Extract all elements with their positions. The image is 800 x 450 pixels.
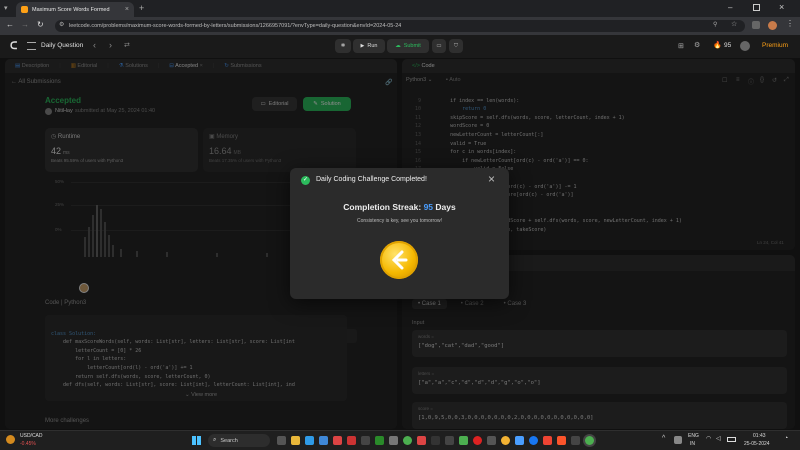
note-icon: ▭ <box>436 43 442 49</box>
streak-fire-icon[interactable]: 🔥 <box>713 41 722 49</box>
browser-tab-title: Maximum Score Words Formed <box>32 6 110 13</box>
maximize-window-icon[interactable] <box>753 4 760 11</box>
bookmark-star-icon[interactable]: ☆ <box>731 20 737 28</box>
cloud-upload-icon: ☁ <box>395 43 401 49</box>
store-icon[interactable] <box>319 436 328 445</box>
profile-avatar[interactable] <box>768 21 777 30</box>
windows-start-icon[interactable] <box>192 436 201 445</box>
tray-chevron-icon[interactable]: ^ <box>662 435 665 442</box>
leetcode-coin-logo <box>391 250 408 270</box>
browser-menu-icon[interactable]: ⋮ <box>786 19 794 28</box>
windows-taskbar: USD/CAD -0.45% ⌕ Search ^ ENG IN ◠ ◁ 01:… <box>0 430 800 450</box>
task-view-icon[interactable] <box>277 436 286 445</box>
gold-coin-icon <box>380 241 418 279</box>
edge-icon[interactable] <box>305 436 314 445</box>
file-explorer-icon[interactable] <box>291 436 300 445</box>
leetcode-navbar: ᑕ Daily Question ‹ › ⇄ ✱ ▶ Run ☁ Submit … <box>0 35 800 58</box>
back-icon[interactable]: ← <box>6 20 14 29</box>
clock-date[interactable]: 25-05-2024 <box>744 441 770 447</box>
bug-icon: ✱ <box>340 43 346 49</box>
shield-button[interactable]: ⛉ <box>449 39 463 53</box>
streak-prefix: Completion Streak: <box>343 202 422 212</box>
debug-button[interactable]: ✱ <box>335 39 351 53</box>
app-icon-11[interactable] <box>571 436 580 445</box>
shield-icon: ⛉ <box>453 42 459 49</box>
chrome-active-icon[interactable] <box>585 436 594 445</box>
app-icon-5[interactable] <box>431 436 440 445</box>
mail-icon[interactable] <box>333 436 342 445</box>
new-tab-icon[interactable]: + <box>139 3 144 13</box>
submit-label: Submit <box>403 43 421 49</box>
modal-subtitle: Consistency is key, see you tomorrow! <box>357 218 442 224</box>
brave-icon[interactable] <box>557 436 566 445</box>
notification-bell-icon[interactable]: ◔ <box>784 435 788 442</box>
streak-number: 95 <box>423 202 434 212</box>
submit-button[interactable]: ☁ Submit <box>387 39 429 53</box>
tab-search-icon[interactable]: ▾ <box>4 5 12 13</box>
browser-tab-bar: ▾ Maximum Score Words Formed × + – × <box>0 0 800 17</box>
opera-icon[interactable] <box>473 436 482 445</box>
run-button[interactable]: ▶ Run <box>353 39 385 53</box>
layout-grid-icon[interactable]: ⊞ <box>678 42 684 50</box>
address-bar: ← → ↻ ⚙ leetcode.com/problems/maximum-sc… <box>0 17 800 35</box>
streak-line: Completion Streak: 95 Days <box>290 202 509 212</box>
app-icon-9[interactable] <box>515 436 524 445</box>
check-circle-icon: ✓ <box>301 176 310 185</box>
facebook-icon[interactable] <box>529 436 538 445</box>
clock-time[interactable]: 01:43 <box>753 433 766 439</box>
app-icon-1[interactable] <box>347 436 356 445</box>
problem-list-title[interactable]: Daily Question <box>41 42 83 49</box>
url-text: leetcode.com/problems/maximum-score-word… <box>69 23 402 29</box>
app-icon-8[interactable] <box>487 436 496 445</box>
app-icon-3[interactable] <box>389 436 398 445</box>
forward-icon[interactable]: → <box>21 20 29 29</box>
search-placeholder: Search <box>220 437 238 444</box>
language-indicator-bottom[interactable]: IN <box>690 441 695 447</box>
ticker-change: -0.45% <box>20 441 36 447</box>
streak-suffix: Days <box>435 202 456 212</box>
minimize-window-icon[interactable]: – <box>728 3 732 12</box>
app-icon-4[interactable] <box>417 436 426 445</box>
close-tab-icon[interactable]: × <box>125 6 129 13</box>
app-icon-7[interactable] <box>459 436 468 445</box>
taskbar-search[interactable]: ⌕ Search <box>208 434 270 447</box>
extensions-icon[interactable] <box>752 21 760 29</box>
notes-button[interactable]: ▭ <box>432 39 446 53</box>
settings-gear-icon[interactable]: ⚙ <box>694 41 700 49</box>
xbox-icon[interactable] <box>375 436 384 445</box>
search-icon: ⌕ <box>213 437 217 443</box>
browser-tab[interactable]: Maximum Score Words Formed × <box>16 2 134 17</box>
challenge-completed-modal: ✓ Daily Coding Challenge Completed! × Co… <box>290 168 509 299</box>
app-icon-10[interactable] <box>543 436 552 445</box>
wifi-icon[interactable]: ◠ <box>706 435 711 442</box>
app-icon-2[interactable] <box>361 436 370 445</box>
run-label: Run <box>367 43 378 49</box>
chrome-icon[interactable] <box>403 436 412 445</box>
premium-link[interactable]: Premium <box>762 42 788 49</box>
shuffle-icon[interactable]: ⇄ <box>124 41 130 49</box>
prev-problem-icon[interactable]: ‹ <box>93 40 96 50</box>
chrome-icon-2[interactable] <box>501 436 510 445</box>
play-icon: ▶ <box>360 43 365 49</box>
weather-widget-icon[interactable] <box>6 435 15 444</box>
ticker-name[interactable]: USD/CAD <box>20 433 43 439</box>
battery-icon[interactable] <box>727 437 736 442</box>
language-indicator-top[interactable]: ENG <box>688 433 699 439</box>
app-icon-6[interactable] <box>445 436 454 445</box>
next-problem-icon[interactable]: › <box>109 40 112 50</box>
close-modal-icon[interactable]: × <box>488 172 495 186</box>
tray-app-icon[interactable] <box>674 436 682 444</box>
leetcode-logo-icon[interactable]: ᑕ <box>10 41 17 52</box>
zoom-icon[interactable]: ⚲ <box>713 21 717 28</box>
site-info-icon[interactable]: ⚙ <box>59 21 64 28</box>
close-window-icon[interactable]: × <box>779 2 784 12</box>
volume-icon[interactable]: ◁ <box>716 435 721 442</box>
reload-icon[interactable]: ↻ <box>37 20 44 29</box>
leetcode-favicon-icon <box>21 6 28 13</box>
user-avatar[interactable] <box>740 41 750 51</box>
problem-list-icon[interactable] <box>27 42 36 50</box>
url-field[interactable]: ⚙ leetcode.com/problems/maximum-score-wo… <box>55 20 745 32</box>
modal-title: Daily Coding Challenge Completed! <box>316 176 427 183</box>
streak-count[interactable]: 95 <box>724 42 731 49</box>
